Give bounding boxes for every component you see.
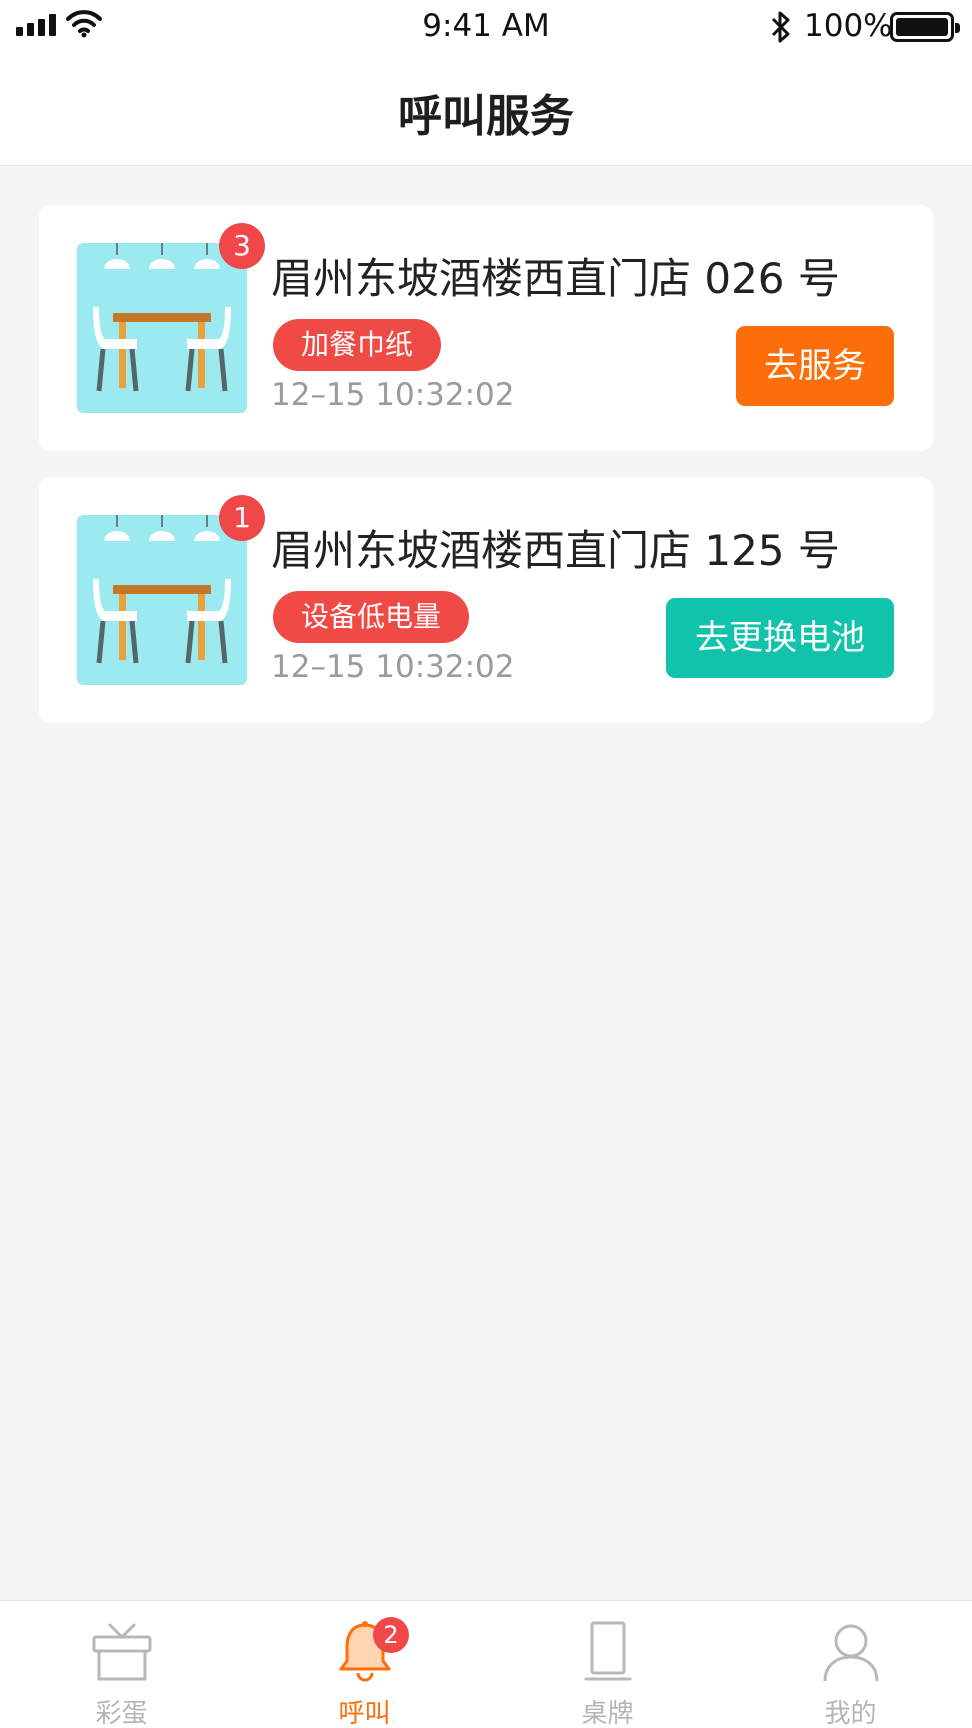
status-bar: 9:41 AM 100% [0,0,972,52]
call-card[interactable]: 3 眉州东坡酒楼西直门店 026 号 加餐巾纸 12–15 10:32:02 去… [39,205,933,451]
battery-percent: 100% [804,8,893,44]
count-badge: 1 [219,495,265,541]
tab-label: 呼叫 [338,1699,391,1728]
tab-table-card[interactable]: 桌牌 [486,1601,729,1728]
request-tag: 加餐巾纸 [273,319,442,371]
call-time: 12–15 10:32:02 [271,649,515,685]
go-serve-button[interactable]: 去服务 [736,326,894,406]
request-tag: 设备低电量 [273,591,470,643]
replace-battery-button[interactable]: 去更换电池 [666,598,894,678]
table-card-icon [584,1621,632,1681]
battery-full-icon [890,12,960,42]
table-title: 眉州东坡酒楼西直门店 026 号 [271,254,840,303]
tab-label: 我的 [824,1699,877,1728]
tab-bar: 彩蛋 2 呼叫 桌牌 我的 [0,1600,972,1728]
tab-label: 桌牌 [581,1699,634,1728]
nav-bar: 呼叫服务 [0,52,972,166]
tab-label: 彩蛋 [95,1699,148,1728]
call-card[interactable]: 1 眉州东坡酒楼西直门店 125 号 设备低电量 12–15 10:32:02 … [39,477,933,723]
page-title: 呼叫服务 [398,91,574,142]
bluetooth-icon [771,11,790,43]
tab-badge: 2 [373,1617,409,1653]
tab-mine[interactable]: 我的 [729,1601,972,1728]
dining-table-icon [77,515,247,685]
user-icon [823,1624,879,1682]
call-time: 12–15 10:32:02 [271,377,515,413]
gift-icon [92,1623,152,1681]
tab-easter-egg[interactable]: 彩蛋 [0,1601,243,1728]
table-title: 眉州东坡酒楼西直门店 125 号 [271,526,840,575]
dining-table-icon [77,243,247,413]
count-badge: 3 [219,223,265,269]
tab-call[interactable]: 2 呼叫 [243,1601,486,1728]
